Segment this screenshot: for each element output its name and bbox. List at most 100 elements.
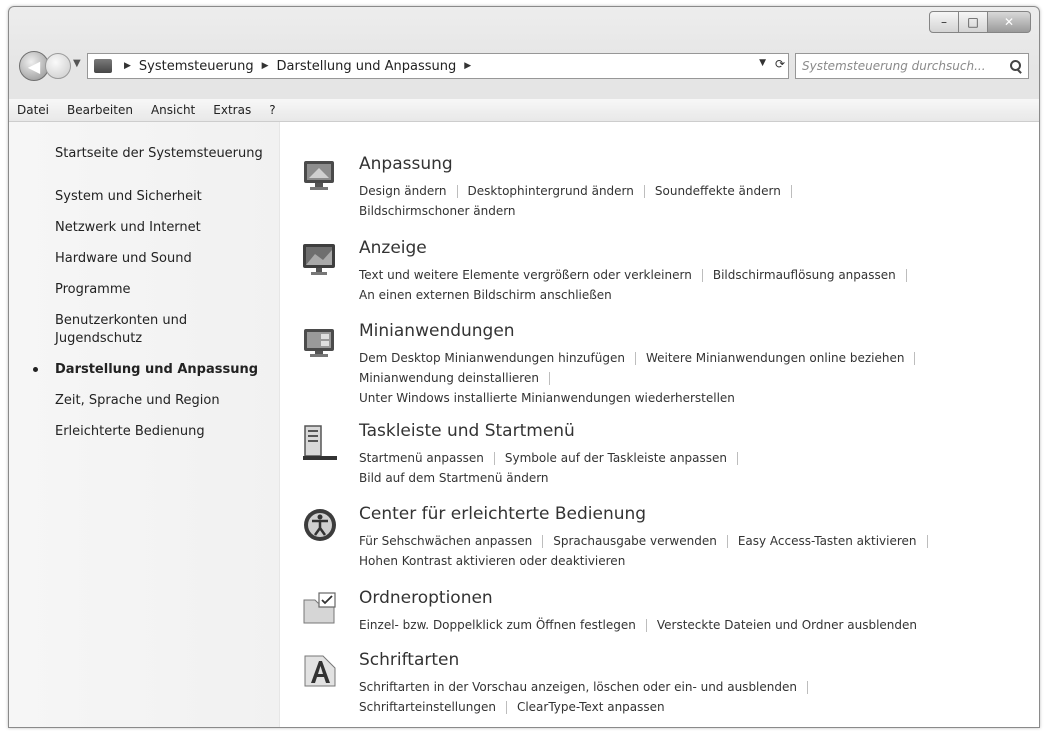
ease-of-access-icon xyxy=(304,509,336,541)
category-links: System und Sicherheit Netzwerk und Inter… xyxy=(33,188,265,454)
separator xyxy=(737,452,739,465)
left-link-system-security[interactable]: System und Sicherheit xyxy=(55,188,265,206)
task-link[interactable]: Soundeffekte ändern xyxy=(655,184,781,198)
separator xyxy=(790,185,792,198)
control-panel-icon xyxy=(94,59,112,73)
menu-ansicht[interactable]: Ansicht xyxy=(142,103,204,117)
left-link-ease-of-access[interactable]: Erleichterte Bedienung xyxy=(55,423,265,441)
separator xyxy=(914,352,916,365)
breadcrumb-darstellung[interactable]: Darstellung und Anpassung xyxy=(277,59,457,74)
task-link[interactable]: Schriftarten in der Vorschau anzeigen, l… xyxy=(359,680,797,694)
separator xyxy=(806,681,808,694)
folder-options-icon xyxy=(303,592,336,624)
task-link[interactable]: Hohen Kontrast aktivieren oder deaktivie… xyxy=(359,554,625,568)
left-navigation-pane: Startseite der Systemsteuerung System un… xyxy=(9,122,280,727)
task-link[interactable]: Versteckte Dateien und Ordner ausblenden xyxy=(657,618,917,632)
menu-bar: Datei Bearbeiten Ansicht Extras ? xyxy=(9,99,1039,122)
left-link-label: Programme xyxy=(55,282,131,297)
left-link-clock-language-region[interactable]: Zeit, Sprache und Region xyxy=(55,392,265,410)
category-task-links: Dem Desktop Minianwendungen hinzufügen We… xyxy=(359,348,1039,408)
left-link-programs[interactable]: Programme xyxy=(55,281,265,299)
task-link[interactable]: Unter Windows installierte Minianwendung… xyxy=(359,391,735,405)
left-link-label: Darstellung und Anpassung xyxy=(55,362,259,377)
refresh-icon[interactable]: ⟳ xyxy=(775,57,785,71)
taskbar-icon xyxy=(303,425,337,460)
breadcrumb-systemsteuerung[interactable]: Systemsteuerung xyxy=(139,59,254,74)
task-link[interactable]: Minianwendung deinstallieren xyxy=(359,371,539,385)
category-task-links: Für Sehschwächen anpassen Sprachausgabe v… xyxy=(359,531,1039,571)
category-title[interactable]: Ordneroptionen xyxy=(359,588,493,608)
menu-datei[interactable]: Datei xyxy=(9,103,58,117)
left-link-user-accounts[interactable]: Benutzerkonten und Jugendschutz xyxy=(55,312,265,348)
task-link[interactable]: Bildschirmschoner ändern xyxy=(359,204,516,218)
task-link[interactable]: Bild auf dem Startmenü ändern xyxy=(359,471,549,485)
fonts-icon xyxy=(304,655,336,687)
separator xyxy=(726,535,728,548)
category-task-links: Einzel- bzw. Doppelklick zum Öffnen fest… xyxy=(359,615,1039,635)
separator xyxy=(634,352,636,365)
maximize-button[interactable]: □ xyxy=(959,11,988,33)
left-link-label: Hardware und Sound xyxy=(55,251,192,266)
task-link[interactable]: Design ändern xyxy=(359,184,447,198)
category-title[interactable]: Anzeige xyxy=(359,238,427,258)
address-bar[interactable]: ▶ Systemsteuerung ▶ Darstellung und Anpa… xyxy=(87,53,789,79)
content-area: Startseite der Systemsteuerung System un… xyxy=(9,122,1039,727)
close-button[interactable]: ✕ xyxy=(988,11,1031,33)
task-link[interactable]: An einen externen Bildschirm anschließen xyxy=(359,288,612,302)
category-task-links: Design ändern Desktophintergrund ändern So… xyxy=(359,181,1039,221)
category-title[interactable]: Center für erleichterte Bedienung xyxy=(359,504,646,524)
task-link[interactable]: Schriftarteinstellungen xyxy=(359,700,496,714)
separator xyxy=(493,452,495,465)
left-link-appearance-current[interactable]: Darstellung und Anpassung xyxy=(33,361,265,379)
search-box[interactable]: Systemsteuerung durchsuch... xyxy=(795,53,1029,79)
category-title[interactable]: Schriftarten xyxy=(359,650,459,670)
caption-buttons: – □ ✕ xyxy=(929,11,1031,33)
left-link-network-internet[interactable]: Netzwerk und Internet xyxy=(55,219,265,237)
task-link[interactable]: Text und weitere Elemente vergrößern ode… xyxy=(359,268,692,282)
category-title[interactable]: Taskleiste und Startmenü xyxy=(359,421,575,441)
task-link[interactable]: Easy Access-Tasten aktivieren xyxy=(738,534,917,548)
left-link-label: Benutzerkonten und Jugendschutz xyxy=(55,313,188,346)
left-link-label: Zeit, Sprache und Region xyxy=(55,393,220,408)
menu-bearbeiten[interactable]: Bearbeiten xyxy=(58,103,142,117)
menu-extras[interactable]: Extras xyxy=(204,103,260,117)
task-link[interactable]: Weitere Minianwendungen online beziehen xyxy=(646,351,905,365)
address-dropdown-icon[interactable]: ▼ xyxy=(759,58,766,68)
task-link[interactable]: ClearType-Text anpassen xyxy=(517,700,665,714)
task-link[interactable]: Bildschirmauflösung anpassen xyxy=(713,268,896,282)
category-task-links: Schriftarten in der Vorschau anzeigen, l… xyxy=(359,677,1039,717)
search-input[interactable]: Systemsteuerung durchsuch... xyxy=(796,59,1010,73)
left-link-label: System und Sicherheit xyxy=(55,189,202,204)
task-link[interactable]: Für Sehschwächen anpassen xyxy=(359,534,532,548)
category-title[interactable]: Anpassung xyxy=(359,154,453,174)
task-link[interactable]: Desktophintergrund ändern xyxy=(468,184,634,198)
current-page-bullet xyxy=(33,367,38,372)
recent-pages-dropdown[interactable]: ▼ xyxy=(73,58,81,69)
task-link[interactable]: Symbole auf der Taskleiste anpassen xyxy=(505,451,727,465)
separator xyxy=(643,185,645,198)
separator xyxy=(645,619,647,632)
task-link[interactable]: Sprachausgabe verwenden xyxy=(553,534,717,548)
chevron-right-icon[interactable]: ▶ xyxy=(464,61,471,71)
separator xyxy=(905,269,907,282)
task-link[interactable]: Dem Desktop Minianwendungen hinzufügen xyxy=(359,351,625,365)
separator xyxy=(926,535,928,548)
task-link[interactable]: Einzel- bzw. Doppelklick zum Öffnen fest… xyxy=(359,618,636,632)
control-panel-home-link[interactable]: Startseite der Systemsteuerung xyxy=(55,146,263,161)
category-title[interactable]: Minianwendungen xyxy=(359,321,515,341)
task-link[interactable]: Startmenü anpassen xyxy=(359,451,484,465)
chevron-right-icon[interactable]: ▶ xyxy=(124,61,131,71)
forward-button[interactable] xyxy=(45,53,71,79)
chevron-right-icon[interactable]: ▶ xyxy=(262,61,269,71)
minimize-button[interactable]: – xyxy=(929,11,959,33)
separator xyxy=(548,372,550,385)
category-task-links: Startmenü anpassen Symbole auf der Taskle… xyxy=(359,448,1039,488)
back-arrow-icon: ◀ xyxy=(27,56,41,76)
menu-help[interactable]: ? xyxy=(260,103,284,117)
separator xyxy=(505,701,507,714)
search-icon[interactable] xyxy=(1010,60,1022,72)
left-link-label: Erleichterte Bedienung xyxy=(55,424,205,439)
left-link-hardware-sound[interactable]: Hardware und Sound xyxy=(55,250,265,268)
gadgets-icon xyxy=(304,329,334,357)
separator xyxy=(701,269,703,282)
